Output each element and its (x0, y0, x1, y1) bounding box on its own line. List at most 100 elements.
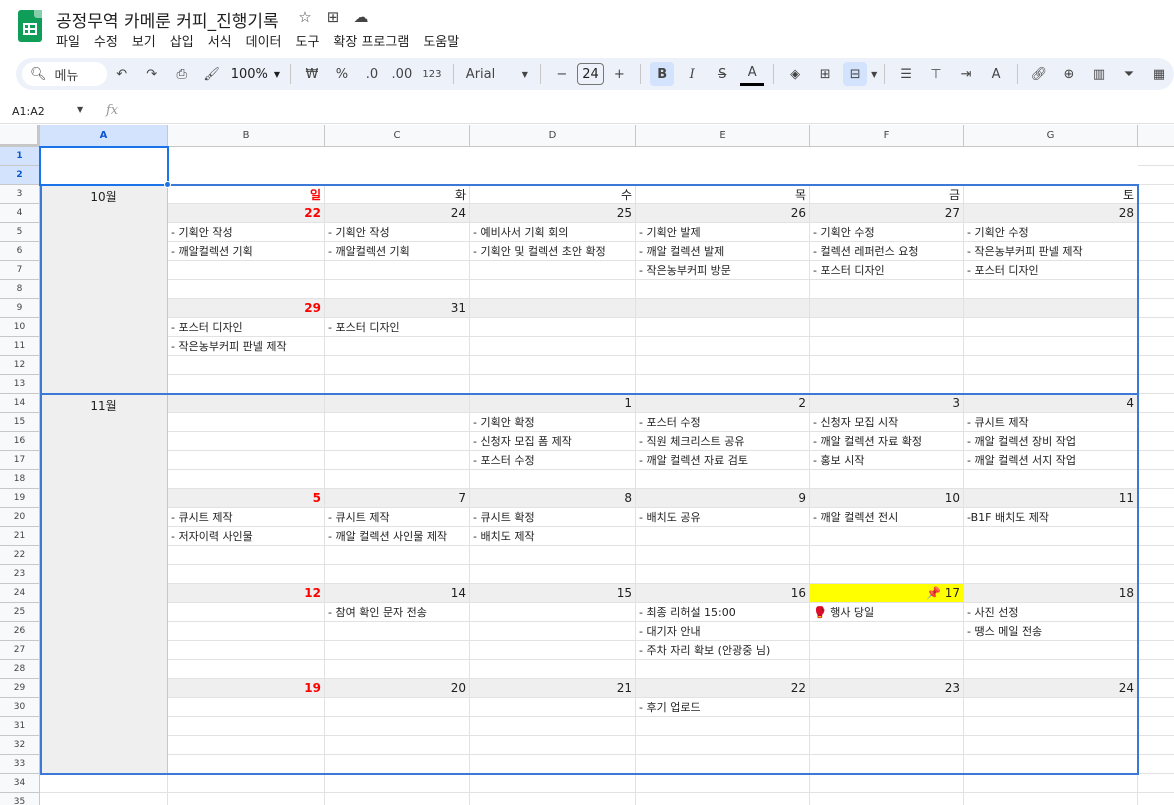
event-cell[interactable]: - 포스터 디자인 (168, 318, 325, 337)
grid-cell[interactable] (810, 736, 964, 755)
menu-format[interactable]: 서식 (208, 31, 240, 50)
row-header[interactable]: 28 (0, 660, 40, 679)
date-cell[interactable]: 5 (168, 489, 325, 508)
event-cell[interactable]: - 깨알 컬렉션 전시 (810, 508, 964, 527)
event-cell[interactable]: - 기획안 작성 (325, 223, 470, 242)
menu-extensions[interactable]: 확장 프로그램 (333, 31, 417, 50)
grid-cell[interactable] (1138, 166, 1174, 185)
grid-cell[interactable] (1138, 603, 1174, 622)
grid-cell[interactable] (325, 755, 470, 774)
event-cell[interactable]: -B1F 배치도 제작 (964, 508, 1138, 527)
date-cell[interactable]: 10 (810, 489, 964, 508)
event-cell[interactable]: - 신청자 모집 시작 (810, 413, 964, 432)
date-cell[interactable]: 15 (470, 584, 636, 603)
grid-cell[interactable] (636, 470, 810, 489)
grid-cell[interactable] (168, 546, 325, 565)
row-header[interactable]: 26 (0, 622, 40, 641)
row-header[interactable]: 34 (0, 774, 40, 793)
event-cell[interactable]: - 큐시트 제작 (964, 413, 1138, 432)
grid-cell[interactable] (810, 565, 964, 584)
date-cell[interactable]: 24 (964, 679, 1138, 698)
date-cell[interactable]: 29 (168, 299, 325, 318)
event-cell[interactable]: - 깨알 컬렉션 사인물 제작 (325, 527, 470, 546)
grid-cell[interactable] (964, 736, 1138, 755)
increase-decimal-button[interactable]: .00 (390, 62, 414, 86)
grid-cell[interactable] (1138, 242, 1174, 261)
grid-cell[interactable] (636, 755, 810, 774)
date-cell[interactable]: 8 (470, 489, 636, 508)
date-cell[interactable]: 25 (470, 204, 636, 223)
grid-cell[interactable] (1138, 736, 1174, 755)
grid-cell[interactable] (636, 527, 810, 546)
grid-cell[interactable] (1138, 280, 1174, 299)
row-header[interactable]: 27 (0, 641, 40, 660)
event-cell[interactable]: - 기획안 수정 (810, 223, 964, 242)
grid-cell[interactable] (325, 337, 470, 356)
font-size-input[interactable]: 24 (576, 63, 605, 85)
date-cell[interactable]: 14 (325, 584, 470, 603)
select-all-corner[interactable] (0, 125, 40, 147)
grid-cell[interactable] (810, 375, 964, 394)
grid-cell[interactable] (325, 470, 470, 489)
date-cell[interactable]: 31 (325, 299, 470, 318)
grid-cell[interactable] (168, 413, 325, 432)
cloud-status-icon[interactable]: ☁ (352, 8, 370, 26)
grid-cell[interactable] (636, 774, 810, 793)
grid-cell[interactable] (470, 356, 636, 375)
row-header[interactable]: 9 (0, 299, 40, 318)
grid-cell[interactable] (470, 375, 636, 394)
row-header[interactable]: 17 (0, 451, 40, 470)
event-cell[interactable]: - 기획안 및 컬렉션 초안 확정 (470, 242, 636, 261)
chevron-down-icon[interactable]: ▼ (77, 105, 83, 114)
row-header[interactable]: 16 (0, 432, 40, 451)
grid-cell[interactable] (40, 774, 168, 793)
column-header-e[interactable]: E (636, 125, 810, 147)
grid-cell[interactable] (470, 793, 636, 805)
grid-cell[interactable] (964, 774, 1138, 793)
row-header[interactable]: 22 (0, 546, 40, 565)
filter-views-icon[interactable]: ▦ (1147, 62, 1171, 86)
date-cell[interactable]: 21 (470, 679, 636, 698)
grid-cell[interactable] (325, 280, 470, 299)
percent-format-button[interactable]: % (330, 62, 354, 86)
grid-cell[interactable] (964, 337, 1138, 356)
row-header[interactable]: 11 (0, 337, 40, 356)
grid-cell[interactable] (1138, 185, 1174, 204)
date-cell[interactable]: 16 (636, 584, 810, 603)
grid-cell[interactable] (168, 660, 325, 679)
row-header[interactable]: 8 (0, 280, 40, 299)
grid-cell[interactable] (325, 432, 470, 451)
grid-cell[interactable] (168, 755, 325, 774)
event-cell[interactable]: - 깨알 컬렉션 발제 (636, 242, 810, 261)
decrease-decimal-button[interactable]: .0 (360, 62, 384, 86)
date-cell[interactable]: 1 (470, 394, 636, 413)
event-cell[interactable]: 🥊 행사 당일 (810, 603, 964, 622)
event-cell[interactable]: - 포스터 디자인 (964, 261, 1138, 280)
grid-cell[interactable] (470, 318, 636, 337)
row-header[interactable]: 24 (0, 584, 40, 603)
grid-cell[interactable] (325, 698, 470, 717)
grid-cell[interactable] (1138, 565, 1174, 584)
decrease-font-size-icon[interactable]: − (550, 62, 574, 86)
event-cell[interactable]: - 작은농부커피 방문 (636, 261, 810, 280)
grid-cell[interactable] (636, 793, 810, 805)
grid-cell[interactable] (470, 280, 636, 299)
grid-cell[interactable] (964, 717, 1138, 736)
grid-cell[interactable] (1138, 470, 1174, 489)
paint-format-icon[interactable]: 🖌︎ (200, 62, 224, 86)
grid-cell[interactable] (1138, 679, 1174, 698)
grid-cell[interactable] (1138, 261, 1174, 280)
grid-cell[interactable] (1138, 147, 1174, 166)
selection-handle[interactable] (164, 181, 171, 188)
event-cell[interactable]: - 배치도 제작 (470, 527, 636, 546)
grid-cell[interactable] (1138, 641, 1174, 660)
text-color-icon[interactable]: A (740, 62, 765, 86)
strikethrough-icon[interactable]: S (710, 62, 734, 86)
row-header[interactable]: 20 (0, 508, 40, 527)
merged-header-row[interactable] (40, 147, 1138, 185)
date-cell[interactable]: 28 (964, 204, 1138, 223)
grid-cell[interactable] (168, 717, 325, 736)
font-family-select[interactable]: Arial ▼ (460, 62, 534, 86)
italic-icon[interactable]: I (680, 62, 704, 86)
insert-comment-icon[interactable]: ⊕ (1057, 62, 1081, 86)
